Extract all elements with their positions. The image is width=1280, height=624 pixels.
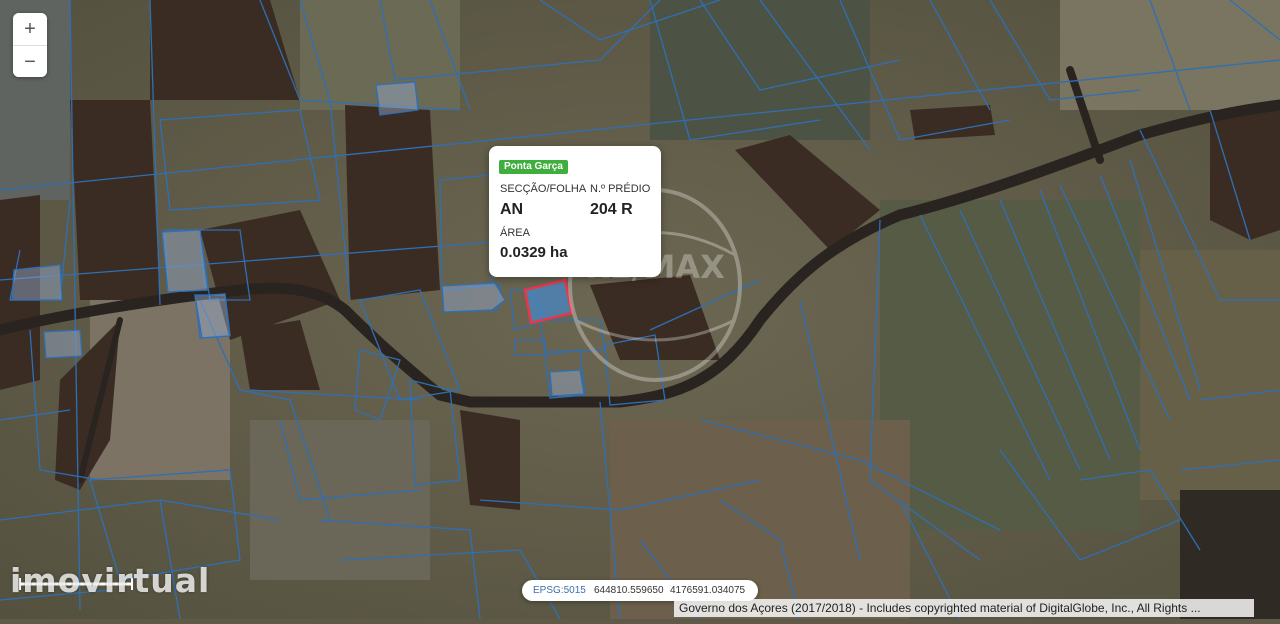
zoom-control: + − xyxy=(13,13,47,77)
map-attribution: Governo dos Açores (2017/2018) - Include… xyxy=(674,599,1254,617)
area-label: ÁREA xyxy=(500,227,530,239)
locality-badge: Ponta Garça xyxy=(499,160,568,174)
map-canvas[interactable]: RE/MAX xyxy=(0,0,1280,620)
zoom-in-button[interactable]: + xyxy=(13,13,47,45)
epsg-link[interactable]: EPSG:5015 xyxy=(533,580,586,601)
section-label: SECÇÃO/FOLHA xyxy=(500,183,587,195)
coordinate-x: 644810.559650 xyxy=(594,585,664,596)
coordinate-readout: EPSG:5015 644810.559650 4176591.034075 xyxy=(522,580,758,601)
property-number-label: N.º PRÉDIO xyxy=(590,183,651,195)
section-value: AN xyxy=(500,201,524,218)
imovirtual-watermark: imovirtual xyxy=(10,561,211,600)
area-value: 0.0329 ha xyxy=(500,244,568,261)
zoom-out-button[interactable]: − xyxy=(13,45,47,77)
coordinate-y: 4176591.034075 xyxy=(670,585,746,596)
property-number-value: 204 R xyxy=(590,201,633,218)
parcel-info-popup: Ponta Garça SECÇÃO/FOLHA N.º PRÉDIO AN 2… xyxy=(489,146,661,277)
aerial-map[interactable]: RE/MAX xyxy=(0,0,1280,620)
